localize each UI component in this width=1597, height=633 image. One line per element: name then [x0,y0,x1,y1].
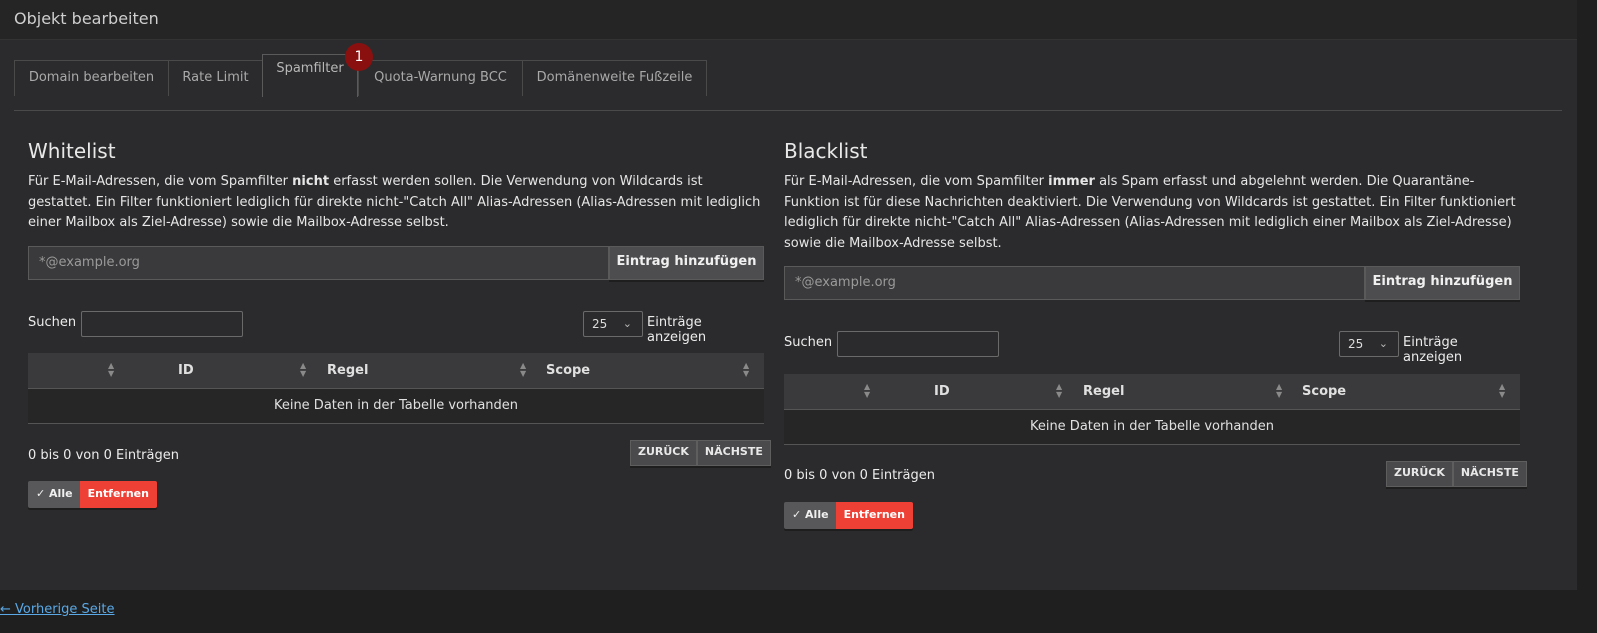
blacklist-title: Blacklist [784,139,868,163]
sort-arrows-icon[interactable]: ▲ ▼ [1499,383,1505,399]
whitelist-description: Für E-Mail-Adressen, die vom Spamfilter … [28,174,761,230]
whitelist-entry-input[interactable]: *@example.org [28,246,609,280]
whitelist-table: ▲ ▼ ID ▲ ▼ Regel ▲ ▼ Scope ▲ ▼ Keine Daten i… [28,353,764,424]
select-all-button[interactable]: ✓ Alle [28,481,80,508]
blacklist-entry-input[interactable]: *@example.org [784,266,1365,300]
sort-arrows-icon[interactable]: ▲ ▼ [1056,383,1062,399]
tab-bar: Domain bearbeiten Rate Limit Spamfilter … [14,54,1562,111]
next-page-button[interactable]: NÄCHSTE [696,440,771,466]
whitelist-title: Whitelist [28,139,116,163]
whitelist-length-label: Einträge anzeigen [647,315,707,345]
blacklist-bulk-actions: ✓ Alle Entfernen [784,502,913,529]
remove-button[interactable]: Entfernen [79,481,157,508]
whitelist-add-group: *@example.org Eintrag hinzufügen [28,246,764,280]
chevron-down-icon: ⌄ [622,317,632,330]
panel-header: Objekt bearbeiten [0,0,1577,40]
tab-quota-warning-bcc[interactable]: Quota-Warnung BCC [358,60,523,96]
sort-arrows-icon[interactable]: ▲ ▼ [300,362,306,378]
table-header: ▲ ▼ ID ▲ ▼ Regel ▲ ▼ Scope ▲ ▼ [784,374,1520,410]
blacklist-pagination: ZURÜCK NÄCHSTE [1386,461,1527,487]
select-all-button[interactable]: ✓ Alle [784,502,836,529]
whitelist-add-button[interactable]: Eintrag hinzufügen [609,246,764,280]
sort-arrows-icon[interactable]: ▲ ▼ [864,383,870,399]
whitelist-bulk-actions: ✓ Alle Entfernen [28,481,157,508]
column-id[interactable]: ID [934,374,950,409]
tab-spamfilter[interactable]: Spamfilter [262,54,358,97]
blacklist-table-info: 0 bis 0 von 0 Einträgen [784,468,935,483]
tab-domain-edit[interactable]: Domain bearbeiten [14,60,169,96]
blacklist-search-label: Suchen [784,335,833,350]
blacklist-length-label: Einträge anzeigen [1403,335,1463,365]
column-id[interactable]: ID [178,353,194,388]
column-rule[interactable]: Regel [1083,374,1124,409]
notification-badge: 1 [345,43,373,71]
blacklist-description: Für E-Mail-Adressen, die vom Spamfilter … [784,174,1516,251]
tab-rate-limit[interactable]: Rate Limit [168,60,263,96]
sort-arrows-icon[interactable]: ▲ ▼ [108,362,114,378]
edit-object-panel: Objekt bearbeiten Domain bearbeiten Rate… [0,0,1577,590]
previous-page-button[interactable]: ZURÜCK [630,440,697,466]
previous-page-link[interactable]: ← Vorherige Seite [0,602,115,617]
whitelist-table-info: 0 bis 0 von 0 Einträgen [28,448,179,463]
previous-page-button[interactable]: ZURÜCK [1386,461,1453,487]
sort-arrows-icon[interactable]: ▲ ▼ [743,362,749,378]
column-rule[interactable]: Regel [327,353,368,388]
blacklist-table: ▲ ▼ ID ▲ ▼ Regel ▲ ▼ Scope ▲ ▼ Keine Daten i… [784,374,1520,445]
whitelist-length-select[interactable]: 25 ⌄ [583,311,643,337]
whitelist-search-input[interactable] [81,311,243,337]
empty-table-row: Keine Daten in der Tabelle vorhanden [28,389,764,424]
blacklist-search-input[interactable] [837,331,999,357]
remove-button[interactable]: Entfernen [835,502,913,529]
blacklist-add-group: *@example.org Eintrag hinzufügen [784,266,1520,300]
empty-table-row: Keine Daten in der Tabelle vorhanden [784,410,1520,445]
next-page-button[interactable]: NÄCHSTE [1452,461,1527,487]
table-header: ▲ ▼ ID ▲ ▼ Regel ▲ ▼ Scope ▲ ▼ [28,353,764,389]
column-scope[interactable]: Scope [1302,374,1346,409]
blacklist-add-button[interactable]: Eintrag hinzufügen [1365,266,1520,300]
blacklist-length-select[interactable]: 25 ⌄ [1339,331,1399,357]
column-scope[interactable]: Scope [546,353,590,388]
chevron-down-icon: ⌄ [1378,337,1388,350]
scrollbar-gutter[interactable] [1577,0,1597,633]
double-check-icon: ✓ [792,508,806,521]
double-check-icon: ✓ [36,487,50,500]
whitelist-search-label: Suchen [28,315,77,330]
sort-arrows-icon[interactable]: ▲ ▼ [1276,383,1282,399]
whitelist-pagination: ZURÜCK NÄCHSTE [630,440,771,466]
tab-domain-footer[interactable]: Domänenweite Fußzeile [522,60,707,96]
page-title: Objekt bearbeiten [14,9,159,28]
sort-arrows-icon[interactable]: ▲ ▼ [520,362,526,378]
